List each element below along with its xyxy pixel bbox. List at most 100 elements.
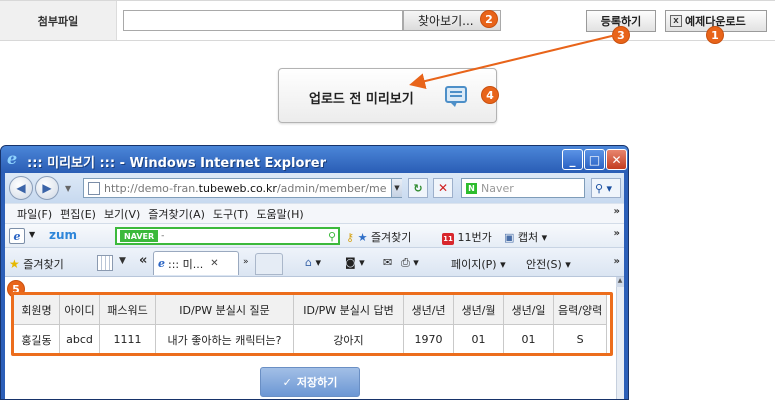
column-header: 음력/양력 [552, 294, 608, 325]
upload-preview-button[interactable]: 업로드 전 미리보기 [278, 68, 497, 123]
safety-menu[interactable]: 안전(S) ▾ [526, 256, 571, 272]
speech-bubble-icon [445, 86, 467, 107]
ie-client-area: ◀ ▶ ▼ http://demo-fran.tubeweb.co.kr/adm… [5, 173, 624, 399]
table-cell: 내가 좋아하는 캐릭터는? [155, 324, 294, 355]
chevron-right-icon[interactable]: » [614, 256, 620, 267]
column-header: 생년/일 [503, 294, 554, 325]
minimize-button[interactable]: _ [562, 149, 583, 170]
search-input[interactable]: N Naver [461, 178, 585, 198]
ie-preview-window: e ::: 미리보기 ::: - Windows Internet Explor… [0, 145, 629, 400]
menu-bar: 파일(F) 편집(E) 보기(V) 즐겨찾기(A) 도구(T) 도움말(H) » [5, 203, 624, 223]
attach-row: 첨부파일 찾아보기... 등록하기 X 예제다운로드 [0, 0, 775, 41]
tab-scroll-right-icon[interactable]: » [243, 257, 249, 267]
double-chevron-left-icon[interactable]: « [139, 253, 147, 268]
ie-page-icon[interactable]: e [9, 228, 25, 244]
favorites-button[interactable]: ★ 즐겨찾기 [9, 256, 64, 272]
search-placeholder: Naver [481, 181, 514, 195]
tab-preview[interactable]: e ::: 미... ✕ [153, 251, 239, 275]
scroll-up-icon[interactable]: ▲ [616, 277, 624, 287]
column-header: ID/PW 분실시 답변 [293, 294, 404, 325]
tab-title: ::: 미... [168, 257, 204, 271]
checkmark-icon: ✓ [282, 375, 292, 389]
favorites-link[interactable]: ⚷ ★ 즐겨찾기 [346, 229, 411, 245]
table-cell: 1970 [403, 324, 454, 355]
table-cell: abcd [59, 324, 100, 355]
tab-close-icon[interactable]: ✕ [210, 258, 218, 269]
search-go-icon[interactable]: ⚲ ▾ [591, 178, 621, 198]
callout-badge-3: 3 [612, 26, 630, 44]
save-button-label: 저장하기 [296, 376, 338, 389]
home-icon[interactable]: ⌂ ▾ [305, 256, 321, 269]
table-cell: S [552, 324, 608, 355]
forward-icon[interactable]: ▶ [35, 176, 59, 200]
tab-list-dropdown-icon[interactable]: ▼ [119, 256, 126, 266]
table-row: 홍길동 abcd 1111 내가 좋아하는 캐릭터는? 강아지 1970 01 … [13, 324, 608, 355]
address-bar[interactable]: http://demo-fran.tubeweb.co.kr/admin/mem… [83, 178, 402, 198]
address-prefix: http://demo-fran. [104, 181, 199, 195]
ie-logo-icon: e [7, 149, 18, 168]
st11-label: 11번가 [457, 231, 492, 244]
print-icon[interactable]: ⎙ ▾ [401, 256, 419, 270]
callout-badge-2: 2 [480, 10, 498, 28]
back-icon[interactable]: ◀ [9, 176, 33, 200]
capture-label: 캡처 [517, 231, 539, 244]
ie-dropdown-icon[interactable]: ▼ [29, 230, 35, 239]
command-toolbar: ★ 즐겨찾기 ▼ « e ::: 미... ✕ » ⌂ ▾ ◙ ▾ ✉ ⎙ ▾ … [5, 247, 624, 277]
chevron-right-icon[interactable]: » [614, 206, 620, 217]
new-tab-button[interactable] [255, 253, 283, 275]
ie-window-title: ::: 미리보기 ::: - Windows Internet Explorer [27, 156, 327, 171]
column-header: 회원명 [13, 294, 60, 325]
capture-icon: ▣ [504, 231, 515, 244]
favorites-star-icon: ★ [9, 257, 20, 271]
menu-favorites[interactable]: 즐겨찾기(A) [144, 206, 209, 222]
capture-button[interactable]: ▣ 캡처 ▾ [504, 229, 547, 245]
zum-toolbar: e ▼ zum NAVER - ⚲ ⚷ ★ 즐겨찾기 11 11번가 ▣ 캡처 … [5, 223, 624, 247]
preview-content: 5 회원명 아이디 패스워드 ID/PW 분실시 질문 ID/PW 분실시 답변… [5, 277, 618, 399]
quick-tabs-icon[interactable] [97, 255, 113, 271]
attach-label: 첨부파일 [0, 1, 117, 40]
close-button[interactable]: ✕ [606, 149, 627, 170]
tab-ie-icon: e [158, 257, 165, 270]
mail-icon[interactable]: ✉ [383, 256, 392, 269]
table-cell: 강아지 [293, 324, 404, 355]
ie-titlebar: e ::: 미리보기 ::: - Windows Internet Explor… [1, 146, 628, 173]
address-dropdown-icon[interactable]: ▼ [391, 179, 402, 197]
maximize-button[interactable]: □ [584, 149, 605, 170]
st11-link[interactable]: 11 11번가 [442, 229, 492, 245]
preview-table: 회원명 아이디 패스워드 ID/PW 분실시 질문 ID/PW 분실시 답변 생… [13, 294, 608, 355]
chevron-right-icon[interactable]: » [614, 228, 620, 239]
naver-search-icon[interactable]: ⚲ [328, 230, 336, 243]
page-menu-label: 페이지(P) [451, 258, 497, 271]
star-icon: ★ [357, 231, 368, 244]
menu-file[interactable]: 파일(F) [13, 206, 56, 222]
st11-icon: 11 [442, 233, 454, 245]
refresh-icon[interactable]: ↻ [408, 178, 428, 198]
menu-view[interactable]: 보기(V) [100, 206, 144, 222]
naver-dash: - [161, 231, 165, 241]
column-header: 생년/년 [403, 294, 454, 325]
address-suffix: /admin/member/me [276, 181, 387, 195]
column-header: ID/PW 분실시 질문 [155, 294, 294, 325]
menu-tools[interactable]: 도구(T) [209, 206, 253, 222]
feeds-icon[interactable]: ◙ ▾ [345, 256, 365, 269]
menu-edit[interactable]: 편집(E) [56, 206, 100, 222]
table-cell: 1111 [99, 324, 156, 355]
column-header: 패스워드 [99, 294, 156, 325]
naver-search-input[interactable]: NAVER - ⚲ [115, 227, 340, 245]
column-header: 생년/월 [453, 294, 504, 325]
upload-preview-label: 업로드 전 미리보기 [309, 92, 414, 107]
save-button[interactable]: ✓ 저장하기 [260, 367, 360, 397]
naver-tag: NAVER [120, 230, 159, 242]
stop-icon[interactable]: ✕ [433, 178, 453, 198]
menu-help[interactable]: 도움말(H) [252, 206, 307, 222]
favorites-link-label: 즐겨찾기 [370, 231, 412, 244]
address-domain: tubeweb.co.kr [198, 181, 277, 195]
excel-icon: X [670, 15, 682, 27]
zum-logo[interactable]: zum [49, 228, 77, 242]
vertical-scrollbar[interactable] [616, 277, 624, 399]
page-menu[interactable]: 페이지(P) ▾ [451, 256, 506, 272]
file-path-input[interactable] [123, 10, 403, 31]
history-dropdown-icon[interactable]: ▼ [65, 184, 71, 193]
safety-menu-label: 안전(S) [526, 258, 562, 271]
favorites-button-label: 즐겨찾기 [23, 258, 64, 271]
